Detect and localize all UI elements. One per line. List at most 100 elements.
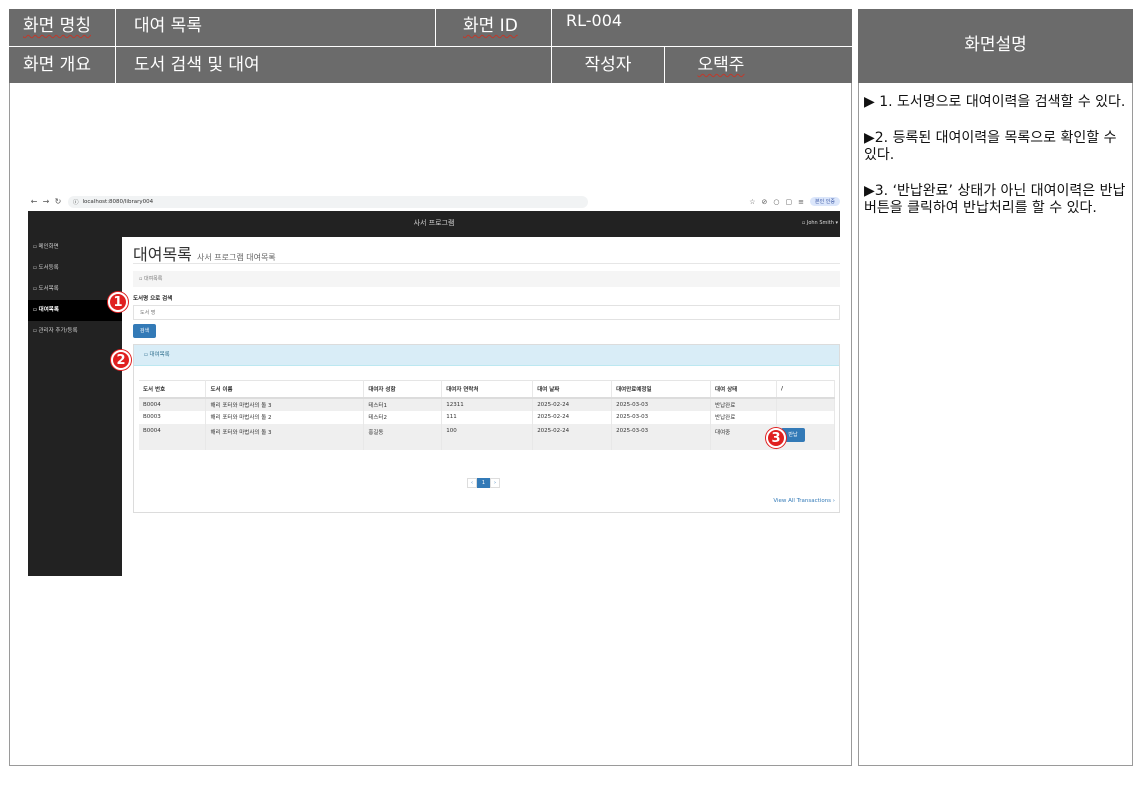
column-header: 대여자 연락처: [441, 380, 534, 399]
header-divider: [551, 9, 552, 83]
column-header: /: [776, 380, 836, 399]
table-cell: 2025-02-24: [532, 397, 613, 411]
heading-divider: [133, 263, 840, 264]
description-item: ▶ 1. 도서명으로 대여이력을 검색할 수 있다.: [864, 94, 1126, 110]
address-bar[interactable]: ⓘ localhost:8080/library004: [68, 195, 588, 208]
screen-name-label: 화면 명칭: [23, 16, 91, 36]
caret-down-icon: ▾: [833, 220, 838, 226]
description-item: ▶3. ‘반납완료’ 상태가 아닌 대여이력은 반납 버튼을 클릭하여 반납처리…: [864, 183, 1126, 216]
table-cell: B0004: [139, 423, 207, 450]
table-cell: [776, 410, 836, 424]
prev-page-button[interactable]: ‹: [467, 478, 477, 488]
header-divider: [115, 9, 116, 83]
sidebar-item-label: 도서등록: [38, 265, 59, 271]
sidebar-item-admin[interactable]: ▫ 관리자 추가/등록: [28, 321, 122, 342]
sidebar-item-label: 도서목록: [38, 286, 59, 292]
next-page-button[interactable]: ›: [490, 478, 500, 488]
sidebar-item-label: 메인화면: [38, 244, 59, 250]
screen-name-value: 대여 목록: [134, 16, 202, 36]
table-cell: 해리 포터와 마법사의 돌 3: [205, 397, 365, 411]
column-header: 대여만료예정일: [611, 380, 712, 399]
table-cell: 2025-03-03: [611, 423, 712, 450]
overview-label: 화면 개요: [23, 55, 91, 75]
sidebar-item-label: 대여목록: [38, 307, 59, 313]
main-content: 대여목록 사서 프로그램 대여목록 ▫ 대여목록 도서명 으로 검색 검색 ▫ …: [124, 237, 840, 576]
column-header: 대여 상태: [710, 380, 777, 399]
search-button[interactable]: 검색: [133, 324, 156, 338]
table-row: B0004 해리 포터와 마법사의 돌 3 테스터1 12311 2025-02…: [139, 397, 836, 411]
sidebar: ▫ 메인화면 ▫ 도서등록 ▫ 도서목록 ▫ 대여목록 ▫ 관리자 추가/등록: [28, 237, 122, 576]
author-name: 오택주: [697, 55, 745, 75]
table-cell: 2025-02-24: [532, 410, 613, 424]
author-label: 작성자: [584, 55, 632, 75]
description-panel: ▶ 1. 도서명으로 대여이력을 검색할 수 있다. ▶2. 등록된 대여이력을…: [858, 83, 1133, 766]
app-navbar: 사서 프로그램 ▫ John Smith ▾: [28, 211, 840, 237]
profile-button[interactable]: 본인 인증: [810, 197, 840, 206]
table-row: B0003 해리 포터와 마법사의 돌 2 테스터2 111 2025-02-2…: [139, 410, 836, 424]
table-cell: 해리 포터와 마법사의 돌 2: [205, 410, 365, 424]
author-value: 오택주: [665, 48, 777, 83]
breadcrumb-text: 대여목록: [143, 276, 163, 282]
sidebar-item-book-register[interactable]: ▫ 도서등록: [28, 258, 122, 279]
page-title-text: 대여목록: [133, 245, 192, 264]
bookmark-star-icon[interactable]: ☆: [749, 198, 755, 206]
view-all-text: View All Transactions: [773, 498, 832, 504]
table-cell: 111: [441, 410, 534, 424]
forward-icon[interactable]: →: [40, 197, 52, 206]
table-cell: 테스터1: [363, 397, 443, 411]
chevron-right-icon: ›: [831, 498, 835, 504]
site-info-icon[interactable]: ⓘ: [73, 198, 79, 206]
table-cell: 2025-03-03: [611, 397, 712, 411]
sync-icon[interactable]: ○: [773, 198, 779, 206]
sidebar-item-label: 관리자 추가/등록: [38, 328, 78, 334]
sidebar-item-main[interactable]: ▫ 메인화면: [28, 237, 122, 258]
annotation-badge-1: 1: [108, 292, 128, 312]
page-button[interactable]: 1: [477, 478, 490, 488]
table-cell: 2025-02-24: [532, 423, 613, 450]
table-cell: 100: [441, 423, 534, 450]
header-divider: [435, 9, 436, 46]
search-input[interactable]: [133, 305, 840, 320]
user-menu[interactable]: ▫ John Smith ▾: [802, 220, 838, 226]
overview-value: 도서 검색 및 대여: [134, 55, 260, 75]
tab-list-icon[interactable]: ≡: [798, 198, 804, 206]
user-name: John Smith: [806, 220, 834, 226]
header-divider: [664, 46, 665, 83]
table-row: B0004 해리 포터와 마법사의 돌 3 홍길동 100 2025-02-24…: [139, 423, 836, 450]
table-cell: 2025-03-03: [611, 410, 712, 424]
table-cell: 홍길동: [363, 423, 443, 450]
column-header: 대여자 성함: [363, 380, 443, 399]
breadcrumb: ▫ 대여목록: [133, 271, 840, 287]
table-header-row: 도서 번호 도서 이름 대여자 성함 대여자 연락처 대여 날짜 대여만료예정일…: [139, 380, 836, 399]
column-header: 대여 날짜: [532, 380, 613, 399]
browser-toolbar: ← → ↻ ⓘ localhost:8080/library004 ☆ ⊘ ○ …: [28, 193, 840, 210]
spec-header: 화면 명칭 대여 목록 화면 ID RL-004 화면 개요 도서 검색 및 대…: [9, 9, 852, 83]
description-item: ▶2. 등록된 대여이력을 목록으로 확인할 수 있다.: [864, 130, 1117, 163]
app-title: 사서 프로그램: [413, 219, 455, 227]
table-cell: 반납완료: [710, 397, 777, 411]
table-cell: [776, 397, 836, 411]
screen-id-value: RL-004: [566, 11, 623, 30]
description-title: 화면설명: [858, 9, 1133, 83]
view-all-link[interactable]: View All Transactions ›: [773, 498, 835, 504]
url-text: localhost:8080/library004: [82, 198, 154, 205]
table-cell: 12311: [441, 397, 534, 411]
search-label: 도서명 으로 검색: [133, 296, 173, 302]
panel-title: 대여목록: [149, 352, 170, 358]
sidebar-item-book-list[interactable]: ▫ 도서목록: [28, 279, 122, 300]
table-cell: 테스터2: [363, 410, 443, 424]
column-header: 도서 번호: [139, 380, 207, 399]
table-cell: B0003: [139, 410, 207, 424]
column-header: 도서 이름: [205, 380, 365, 399]
extension-icon[interactable]: ⊘: [762, 198, 768, 206]
header-divider: [9, 46, 852, 47]
back-icon[interactable]: ←: [28, 197, 40, 206]
page-title: 대여목록 사서 프로그램 대여목록: [133, 241, 276, 265]
table-cell: B0004: [139, 397, 207, 411]
panel-heading: ▫ 대여목록: [134, 345, 839, 366]
share-icon[interactable]: ▢: [786, 198, 793, 206]
reload-icon[interactable]: ↻: [52, 197, 64, 206]
rental-table: 도서 번호 도서 이름 대여자 성함 대여자 연락처 대여 날짜 대여만료예정일…: [139, 380, 836, 450]
page-subtitle: 사서 프로그램 대여목록: [196, 253, 276, 262]
pagination: ‹ 1 ›: [467, 478, 500, 488]
